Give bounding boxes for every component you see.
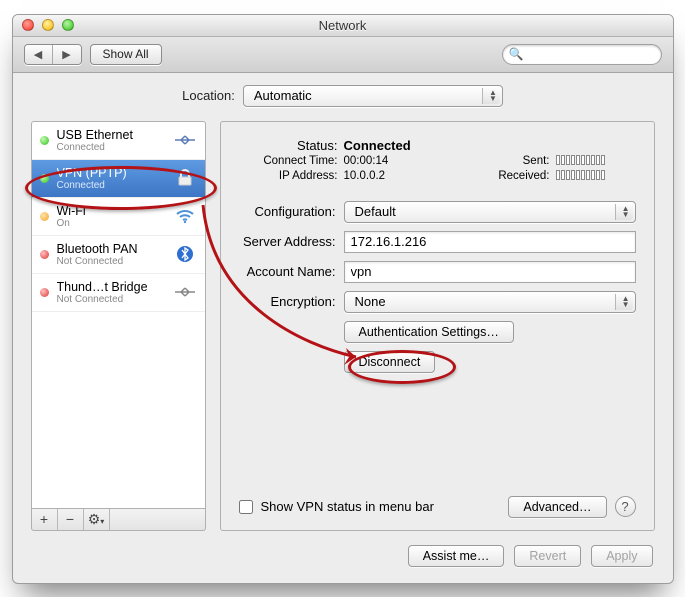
sidebar-item-sub: Not Connected	[57, 294, 165, 305]
sidebar-item-text: USB Ethernet Connected	[57, 128, 165, 153]
content-area: USB Ethernet Connected VPN (PPTP) Connec…	[13, 121, 673, 545]
account-name-input[interactable]	[344, 261, 636, 283]
sidebar-item-wifi[interactable]: Wi-Fi On	[32, 198, 205, 236]
location-label: Location:	[182, 88, 235, 103]
ip-value: 10.0.0.2	[344, 170, 486, 183]
search-icon: 🔍	[509, 47, 524, 61]
status-value: Connected	[344, 138, 486, 153]
sidebar-item-text: VPN (PPTP) Connected	[57, 166, 165, 191]
encryption-value: None	[355, 294, 386, 309]
disconnect-button[interactable]: Disconnect	[344, 351, 436, 373]
back-button[interactable]: ◀	[25, 45, 53, 64]
footer-buttons: Assist me… Revert Apply	[13, 545, 673, 583]
sidebar-wrap: USB Ethernet Connected VPN (PPTP) Connec…	[31, 121, 206, 531]
configuration-label: Configuration:	[239, 204, 344, 219]
forward-button[interactable]: ▶	[53, 45, 81, 64]
advanced-button[interactable]: Advanced…	[508, 496, 606, 518]
sent-value	[556, 155, 636, 168]
apply-button[interactable]: Apply	[591, 545, 652, 567]
status-dot-icon	[40, 250, 49, 259]
preferences-window: Network ◀ ▶ Show All 🔍 Location: Automat…	[12, 14, 674, 584]
sidebar-item-sub: Not Connected	[57, 256, 165, 267]
configuration-value: Default	[355, 204, 396, 219]
sidebar-item-text: Thund…t Bridge Not Connected	[57, 280, 165, 305]
configuration-popup[interactable]: Default ▲▼	[344, 201, 636, 223]
status-dot-icon	[40, 212, 49, 221]
show-vpn-status-label: Show VPN status in menu bar	[261, 499, 434, 514]
status-label: Status:	[239, 138, 344, 153]
bluetooth-icon	[173, 245, 197, 263]
lock-icon	[173, 169, 197, 187]
sent-label: Sent:	[486, 155, 556, 168]
ip-label: IP Address:	[239, 170, 344, 183]
connect-time-label: Connect Time:	[239, 155, 344, 168]
location-row: Location: Automatic ▲▼	[13, 73, 673, 121]
sidebar-toolbar: + − ⚙▾	[31, 509, 206, 531]
encryption-popup[interactable]: None ▲▼	[344, 291, 636, 313]
add-service-button[interactable]: +	[32, 509, 58, 530]
sidebar-item-usb-ethernet[interactable]: USB Ethernet Connected	[32, 122, 205, 160]
form-block: Configuration: Default ▲▼ Server Address…	[239, 201, 636, 373]
received-label: Received:	[486, 170, 556, 183]
service-list: USB Ethernet Connected VPN (PPTP) Connec…	[31, 121, 206, 509]
connect-time-value: 00:00:14	[344, 155, 486, 168]
account-name-label: Account Name:	[239, 264, 344, 279]
toolbar: ◀ ▶ Show All 🔍	[13, 37, 673, 73]
location-popup[interactable]: Automatic ▲▼	[243, 85, 503, 107]
wifi-icon	[173, 208, 197, 224]
nav-segmented: ◀ ▶	[24, 44, 82, 65]
titlebar: Network	[13, 15, 673, 37]
status-dot-icon	[40, 174, 49, 183]
service-actions-button[interactable]: ⚙▾	[84, 509, 110, 530]
revert-button[interactable]: Revert	[514, 545, 581, 567]
server-address-input[interactable]	[344, 231, 636, 253]
main-panel: Status: Connected Connect Time: 00:00:14…	[220, 121, 655, 531]
status-dot-icon	[40, 136, 49, 145]
location-value: Automatic	[254, 88, 312, 103]
sidebar-item-sub: Connected	[57, 142, 165, 153]
sidebar-item-name: Wi-Fi	[57, 204, 165, 218]
search-input[interactable]	[527, 47, 654, 61]
assist-me-button[interactable]: Assist me…	[408, 545, 505, 567]
window-title: Network	[13, 18, 673, 33]
sidebar-item-sub: On	[57, 218, 165, 229]
sidebar-item-text: Wi-Fi On	[57, 204, 165, 229]
panel-bottom-row: Show VPN status in menu bar Advanced… ?	[239, 486, 636, 518]
sidebar-item-name: Bluetooth PAN	[57, 242, 165, 256]
sidebar-item-bluetooth[interactable]: Bluetooth PAN Not Connected	[32, 236, 205, 274]
encryption-label: Encryption:	[239, 294, 344, 309]
server-address-label: Server Address:	[239, 234, 344, 249]
remove-service-button[interactable]: −	[58, 509, 84, 530]
ethernet-arrows-icon	[173, 132, 197, 148]
sidebar-item-name: VPN (PPTP)	[57, 166, 165, 180]
help-button[interactable]: ?	[615, 496, 636, 517]
authentication-settings-button[interactable]: Authentication Settings…	[344, 321, 514, 343]
status-dot-icon	[40, 288, 49, 297]
sidebar-item-text: Bluetooth PAN Not Connected	[57, 242, 165, 267]
show-all-button[interactable]: Show All	[90, 44, 162, 65]
search-field-wrap[interactable]: 🔍	[502, 44, 662, 65]
sidebar-item-name: Thund…t Bridge	[57, 280, 165, 294]
status-block: Status: Connected Connect Time: 00:00:14…	[239, 138, 636, 183]
sidebar-item-sub: Connected	[57, 180, 165, 191]
received-value	[556, 170, 636, 183]
sidebar-item-vpn[interactable]: VPN (PPTP) Connected	[32, 160, 205, 198]
sidebar-item-thunderbolt[interactable]: Thund…t Bridge Not Connected	[32, 274, 205, 312]
sidebar-item-name: USB Ethernet	[57, 128, 165, 142]
ethernet-arrows-icon	[173, 284, 197, 300]
show-vpn-status-checkbox[interactable]	[239, 500, 253, 514]
